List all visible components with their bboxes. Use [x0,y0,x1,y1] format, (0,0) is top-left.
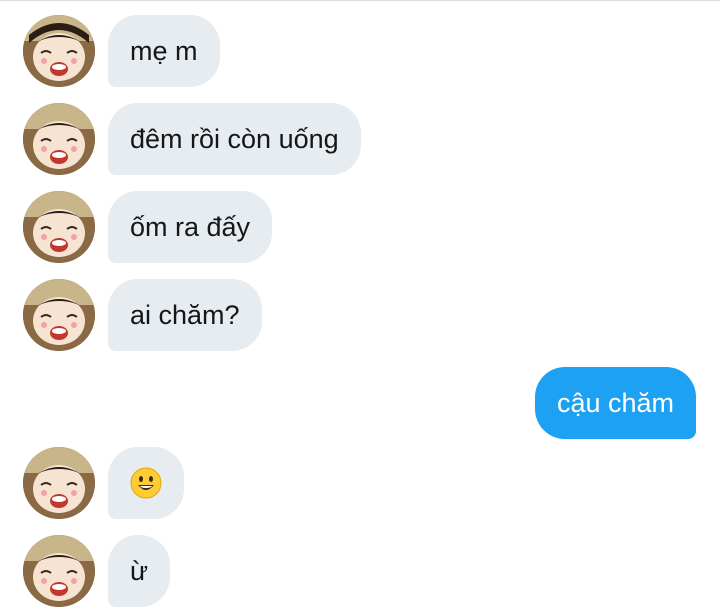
message-row: đêm rồi còn uống [0,103,720,175]
message-row: cậu chăm [0,367,720,439]
avatar-image [23,103,95,175]
outgoing-message[interactable]: cậu chăm [534,367,696,439]
incoming-message[interactable]: đêm rồi còn uống [108,103,361,175]
incoming-message[interactable]: mẹ m [108,15,220,87]
incoming-message[interactable]: ừ [108,535,171,607]
avatar[interactable] [23,279,95,351]
message-row: mẹ m [0,15,720,87]
avatar-image [23,447,95,519]
message-thread: mẹ m đêm rồi còn uống ốm ra đấy ai chăm?… [0,0,720,611]
avatar[interactable] [23,15,95,87]
avatar-image [23,15,95,87]
incoming-message[interactable]: ốm ra đấy [108,191,273,263]
avatar[interactable] [23,447,95,519]
message-row: ừ [0,535,720,607]
message-row: ốm ra đấy [0,191,720,263]
avatar[interactable] [23,535,95,607]
incoming-emoji-message[interactable] [108,447,184,519]
avatar[interactable] [23,103,95,175]
avatar-image [23,279,95,351]
grinning-face-icon [130,467,162,499]
incoming-message[interactable]: ai chăm? [108,279,262,351]
avatar[interactable] [23,191,95,263]
avatar-image [23,535,95,607]
message-row [0,447,720,519]
avatar-image [23,191,95,263]
top-divider [0,0,720,1]
message-row: ai chăm? [0,279,720,351]
